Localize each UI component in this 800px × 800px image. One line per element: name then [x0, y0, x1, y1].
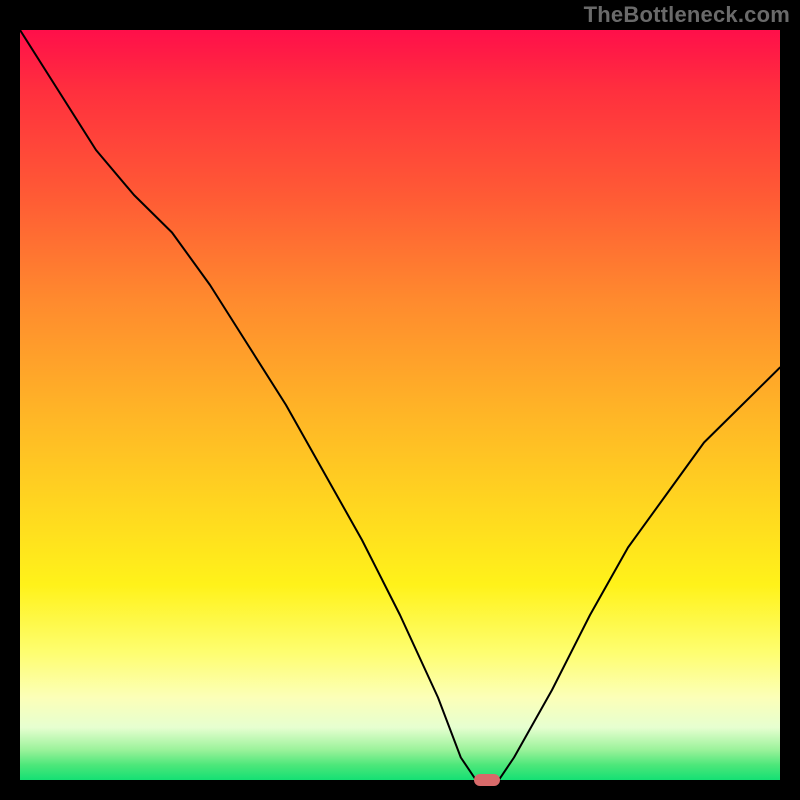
chart-frame: TheBottleneck.com [0, 0, 800, 800]
optimal-point-marker [474, 774, 500, 786]
curve-path [20, 30, 780, 780]
plot-area [20, 30, 780, 780]
bottleneck-curve [20, 30, 780, 780]
attribution-text: TheBottleneck.com [584, 2, 790, 28]
